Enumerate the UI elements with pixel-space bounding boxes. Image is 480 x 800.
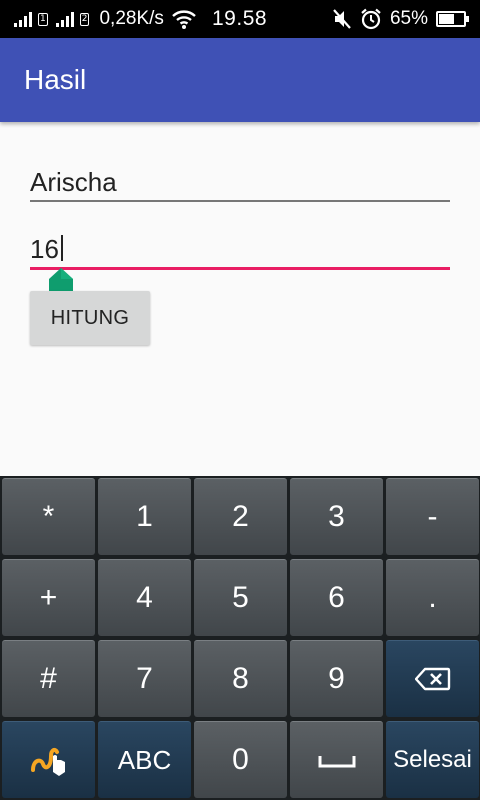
age-field[interactable] xyxy=(30,231,450,267)
key-7[interactable]: 7 xyxy=(98,640,191,717)
text-caret xyxy=(61,235,63,261)
page-title: Hasil xyxy=(24,64,87,95)
hitung-button[interactable]: HITUNG xyxy=(30,291,150,345)
space-icon xyxy=(318,756,355,768)
signal-icon xyxy=(14,11,32,27)
key-9[interactable]: 9 xyxy=(290,640,383,717)
key-1[interactable]: 1 xyxy=(98,478,191,555)
alarm-icon xyxy=(361,8,381,30)
sim1-badge: 1 xyxy=(38,12,48,26)
clock: 19.58 xyxy=(212,7,268,30)
backspace-icon xyxy=(414,667,450,691)
key-plus[interactable]: + xyxy=(2,559,95,636)
app-bar: Hasil xyxy=(0,38,480,122)
swype-icon xyxy=(30,747,65,776)
numeric-keyboard: * 1 2 3 - + 4 5 6 . # 7 8 9 ABC 0 Selesa… xyxy=(0,476,480,800)
key-space[interactable] xyxy=(290,721,383,798)
key-0[interactable]: 0 xyxy=(194,721,287,798)
battery-icon xyxy=(436,11,469,27)
key-done[interactable]: Selesai xyxy=(386,721,479,798)
key-abc[interactable]: ABC xyxy=(98,721,191,798)
key-5[interactable]: 5 xyxy=(194,559,287,636)
key-backspace[interactable] xyxy=(386,640,479,717)
mute-icon xyxy=(333,9,351,29)
network-speed: 0,28K/s xyxy=(99,8,164,29)
age-field-container xyxy=(30,231,450,270)
key-8[interactable]: 8 xyxy=(194,640,287,717)
key-6[interactable]: 6 xyxy=(290,559,383,636)
signal-icon xyxy=(55,11,74,27)
name-field[interactable] xyxy=(30,164,450,200)
key-star[interactable]: * xyxy=(2,478,95,555)
battery-percent: 65% xyxy=(389,8,428,29)
key-minus[interactable]: - xyxy=(386,478,479,555)
key-dot[interactable]: . xyxy=(386,559,479,636)
status-bar: 1 2 0,28K/s 19.58 65% xyxy=(0,0,480,38)
status-right: 65% xyxy=(332,0,469,38)
key-hash[interactable]: # xyxy=(2,640,95,717)
key-4[interactable]: 4 xyxy=(98,559,191,636)
name-field-container xyxy=(30,164,450,202)
key-2[interactable]: 2 xyxy=(194,478,287,555)
key-3[interactable]: 3 xyxy=(290,478,383,555)
key-swype[interactable] xyxy=(2,721,95,798)
wifi-icon xyxy=(172,10,196,29)
status-left: 1 2 0,28K/s xyxy=(14,0,196,38)
sim2-badge: 2 xyxy=(79,12,90,26)
battery-level-fill xyxy=(439,14,454,24)
